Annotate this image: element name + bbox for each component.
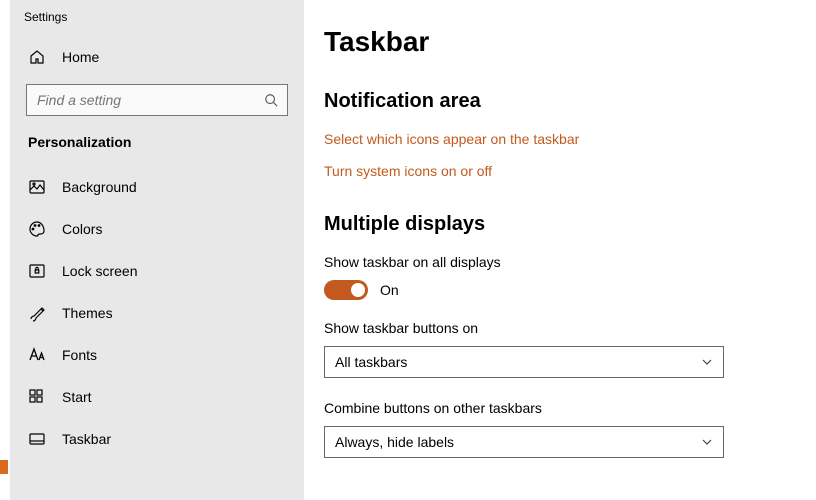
home-icon [28,48,46,66]
nav-label: Start [62,389,92,405]
nav-list: Background Colors Lock screen [10,166,304,460]
nav-item-background[interactable]: Background [10,166,304,208]
nav-label: Taskbar [62,431,111,447]
group-title: Multiple displays [324,213,776,236]
chevron-down-icon [701,436,713,448]
nav-item-fonts[interactable]: Fonts [10,334,304,376]
show-buttons-on-select[interactable]: All taskbars [324,346,724,378]
main-content: Taskbar Notification area Select which i… [304,0,816,500]
toggle-label: Show taskbar on all displays [324,254,776,270]
nav-label: Lock screen [62,263,137,279]
search-box[interactable] [26,84,288,116]
group-notification: Notification area Select which icons app… [324,90,776,179]
group-title: Notification area [324,90,776,113]
select-value: Always, hide labels [335,434,454,450]
section-label: Personalization [10,134,304,166]
home-button[interactable]: Home [10,38,304,76]
search-input[interactable] [26,84,288,116]
nav-label: Themes [62,305,113,321]
link-select-icons[interactable]: Select which icons appear on the taskbar [324,131,776,147]
group-multiple-displays: Multiple displays Show taskbar on all di… [324,213,776,458]
select-label: Combine buttons on other taskbars [324,400,776,416]
nav-label: Background [62,179,137,195]
nav-label: Colors [62,221,102,237]
palette-icon [28,220,46,238]
select-label: Show taskbar buttons on [324,320,776,336]
nav-item-colors[interactable]: Colors [10,208,304,250]
brush-icon [28,304,46,322]
toggle-knob [351,283,365,297]
fonts-icon [28,346,46,364]
select-value: All taskbars [335,354,407,370]
sidebar: Settings Home Personalization Background [10,0,304,500]
lock-icon [28,262,46,280]
nav-label: Fonts [62,347,97,363]
taskbar-icon [28,430,46,448]
home-label: Home [62,49,99,65]
nav-item-start[interactable]: Start [10,376,304,418]
combine-buttons-select[interactable]: Always, hide labels [324,426,724,458]
chevron-down-icon [701,356,713,368]
window-title: Settings [10,10,304,38]
page-title: Taskbar [324,26,776,58]
nav-item-taskbar[interactable]: Taskbar [10,418,304,460]
nav-item-themes[interactable]: Themes [10,292,304,334]
image-icon [28,178,46,196]
start-icon [28,388,46,406]
toggle-state-text: On [380,282,399,298]
show-on-all-displays-toggle[interactable] [324,280,368,300]
link-system-icons[interactable]: Turn system icons on or off [324,163,776,179]
offscreen-left-edge [0,0,10,500]
nav-item-lockscreen[interactable]: Lock screen [10,250,304,292]
